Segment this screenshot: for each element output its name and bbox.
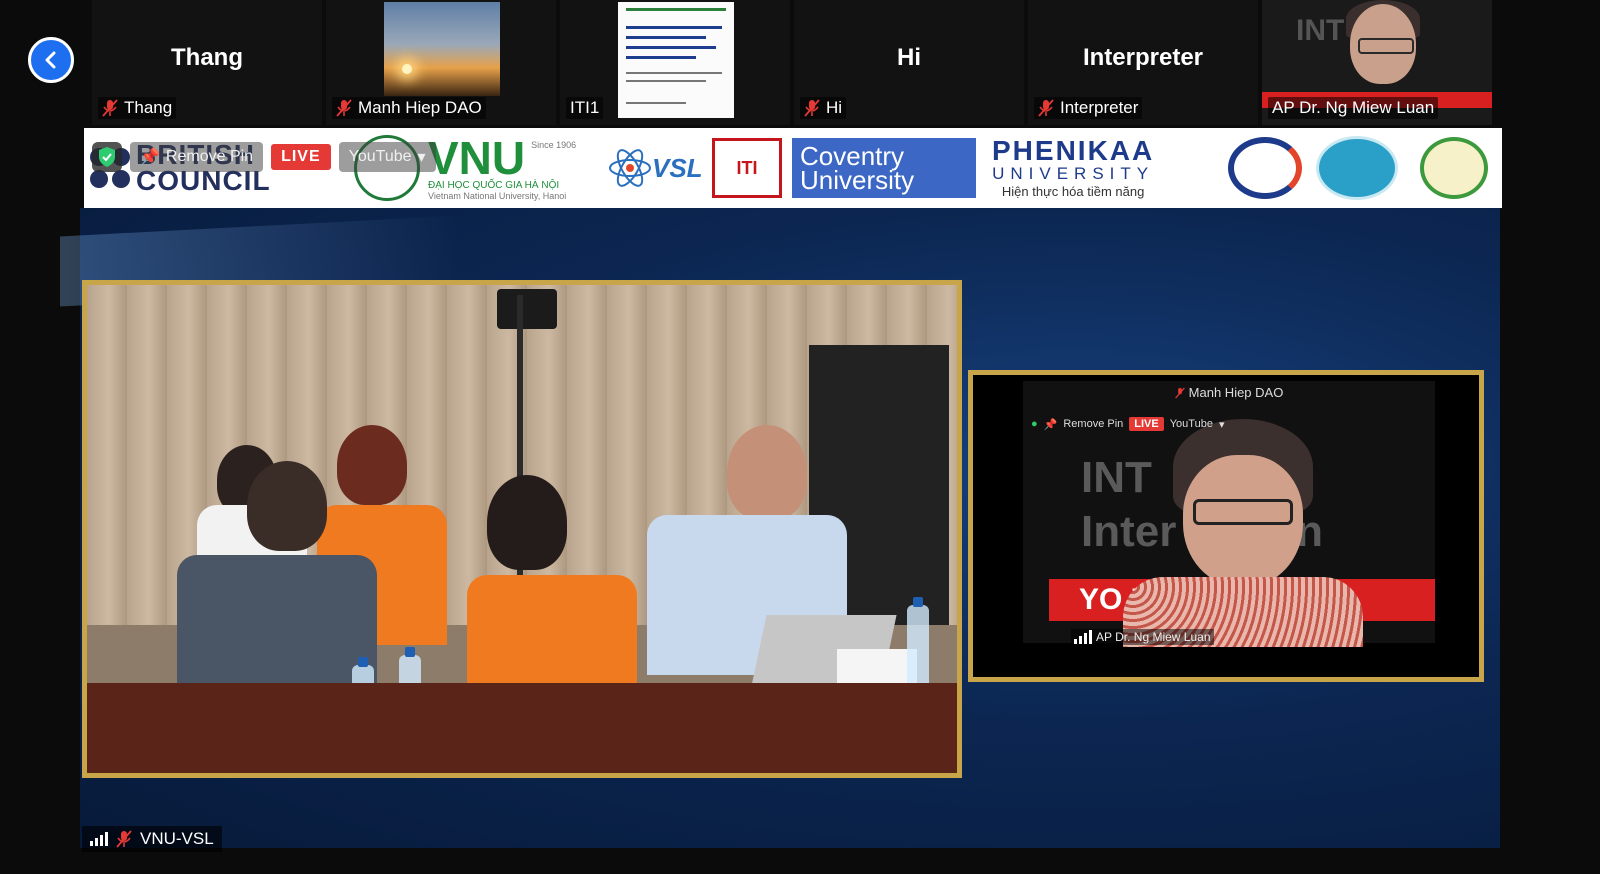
mic-muted-icon	[116, 830, 132, 848]
remote-speaker-video[interactable]: INT Inter hal Un YO ILT T Manh Hiep DAO …	[968, 370, 1484, 682]
ring-logo	[1228, 128, 1302, 208]
mic-muted-icon	[102, 99, 118, 117]
mic-muted-icon	[1038, 99, 1054, 117]
inner-remove-pin: Remove Pin	[1063, 418, 1124, 430]
security-shield-icon[interactable]	[92, 142, 122, 172]
vnu-vietnamese-name: ĐẠI HỌC QUỐC GIA HÀ NỘI	[428, 179, 560, 191]
stream-controls: 📌 Remove Pin LIVE YouTube ▾	[92, 140, 436, 174]
coventry-subtitle: University	[800, 165, 915, 195]
live-badge[interactable]: LIVE	[271, 144, 331, 170]
mic-muted-icon	[336, 99, 352, 117]
phenikaa-title: PHENIKAA	[992, 134, 1155, 166]
iti-logo: ITI	[712, 128, 782, 208]
participant-tile-hi[interactable]: Hi Hi	[794, 0, 1024, 125]
chevron-down-icon: ▾	[1218, 418, 1225, 431]
participant-name: Hi	[826, 98, 843, 117]
participant-tile-thang[interactable]: Thang Thang	[92, 0, 322, 125]
youtube-dropdown[interactable]: YouTube ▾	[338, 142, 436, 172]
back-button[interactable]	[28, 37, 74, 83]
participant-display-name: Thang	[171, 44, 243, 71]
participant-name: Manh Hiep DAO	[358, 98, 482, 117]
phenikaa-subtitle: UNIVERSITY	[992, 163, 1155, 183]
main-feed-label: VNU-VSL	[82, 826, 222, 852]
chevron-left-icon	[45, 51, 56, 69]
participant-name: Interpreter	[1060, 98, 1139, 117]
participant-tile-manh-hiep-dao[interactable]: Manh Hiep DAO	[326, 0, 556, 125]
participant-tile-interpreter[interactable]: Interpreter Interpreter	[1028, 0, 1258, 125]
coventry-logo: Coventry University	[792, 128, 976, 208]
participant-label: ITI1	[566, 97, 604, 119]
nested-screen-share: INT Inter hal Un YO ILT T Manh Hiep DAO …	[1023, 381, 1435, 647]
vsl-logo: VSL	[608, 128, 703, 208]
vnu-title: VNU	[428, 131, 526, 184]
main-video-feed[interactable]	[82, 280, 962, 778]
mic-muted-icon	[1174, 387, 1185, 398]
participant-video-thumbnail	[384, 2, 500, 96]
phenikaa-tagline: Hiện thực hóa tiềm năng	[1001, 183, 1145, 199]
thumbnail-background-text: INT	[1296, 14, 1345, 47]
inner-live-badge: LIVE	[1129, 417, 1164, 431]
youtube-label: YouTube	[348, 148, 412, 165]
signal-strength-icon	[90, 832, 108, 846]
vnu-english-name: Vietnam National University, Hanoi	[428, 190, 567, 201]
round-blue-logo	[1316, 128, 1398, 208]
green-book-logo	[1420, 128, 1488, 208]
chevron-down-icon: ▾	[417, 149, 426, 166]
shared-document-thumbnail	[618, 2, 734, 118]
remove-pin-button[interactable]: 📌 Remove Pin	[130, 142, 264, 172]
participant-name: ITI1	[570, 98, 600, 117]
inner-youtube-label: YouTube	[1169, 418, 1213, 430]
inner-stream-controls: ● 📌 Remove Pin LIVE YouTube ▾	[1031, 417, 1225, 431]
remove-pin-label: Remove Pin	[165, 148, 254, 165]
inner-speaker-label: AP Dr. Ng Miew Luan	[1071, 629, 1214, 645]
participant-tile-ap-dr-ng-miew-luan[interactable]: INT AP Dr. Ng Miew Luan	[1262, 0, 1492, 125]
security-shield-icon: ●	[1031, 418, 1038, 430]
main-feed-name: VNU-VSL	[140, 829, 214, 848]
participant-label: Thang	[98, 97, 177, 119]
participant-display-name: Hi	[897, 44, 921, 71]
participant-label: AP Dr. Ng Miew Luan	[1268, 97, 1439, 119]
phenikaa-logo: PHENIKAA UNIVERSITY Hiện thực hóa tiềm n…	[992, 128, 1154, 208]
atom-icon	[609, 149, 651, 187]
inner-participant-name: Manh Hiep DAO	[1023, 385, 1435, 400]
vnu-since: Since 1906	[531, 139, 577, 150]
participant-name: Thang	[124, 98, 173, 117]
participant-label: Interpreter	[1034, 97, 1143, 119]
participant-display-name: Interpreter	[1082, 44, 1204, 71]
signal-strength-icon	[1074, 630, 1092, 644]
iti-text: ITI	[712, 138, 782, 198]
participant-strip: Thang Thang Manh Hiep DAO ITI1 Hi Hi Int…	[92, 0, 1516, 125]
mic-muted-icon	[804, 99, 820, 117]
pin-icon: 📌	[140, 149, 160, 166]
participant-name: AP Dr. Ng Miew Luan	[1272, 98, 1435, 117]
pin-icon: 📌	[1043, 418, 1058, 431]
participant-label: Hi	[800, 97, 847, 119]
participant-label: Manh Hiep DAO	[332, 97, 486, 119]
vsl-text: VSL	[652, 152, 703, 183]
participant-tile-iti1[interactable]: ITI1	[560, 0, 790, 125]
